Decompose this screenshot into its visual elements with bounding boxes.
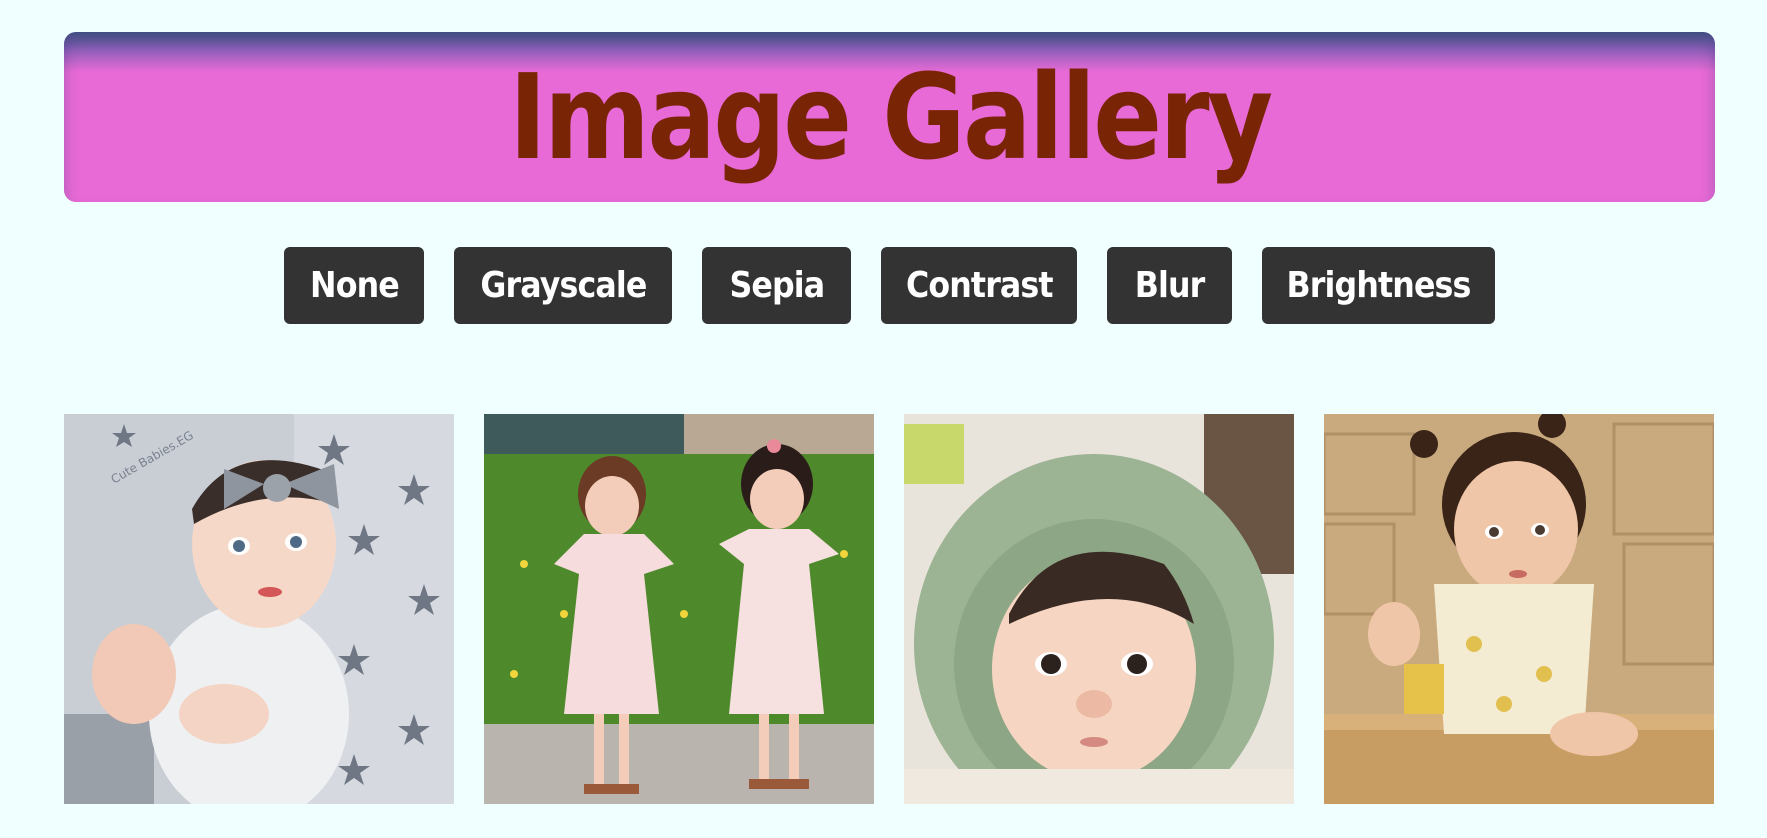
filter-contrast-button[interactable]: Contrast <box>881 247 1077 324</box>
filter-toolbar: None Grayscale Sepia Contrast Blur Brigh… <box>0 247 1767 324</box>
page-title: Image Gallery <box>508 48 1273 186</box>
filter-none-button[interactable]: None <box>284 247 424 324</box>
filter-brightness-button[interactable]: Brightness <box>1262 247 1495 324</box>
gallery-header: Image Gallery <box>64 32 1715 202</box>
gallery-image-baby-with-bow[interactable]: Cute Babies.EG <box>64 414 454 804</box>
filter-blur-button[interactable]: Blur <box>1107 247 1232 324</box>
gallery-image-two-girls[interactable] <box>484 414 874 804</box>
gallery-image-baby-in-hoodie[interactable] <box>904 414 1294 804</box>
gallery-image-girl-at-wall[interactable] <box>1324 414 1714 804</box>
filter-grayscale-button[interactable]: Grayscale <box>454 247 672 324</box>
filter-sepia-button[interactable]: Sepia <box>702 247 851 324</box>
